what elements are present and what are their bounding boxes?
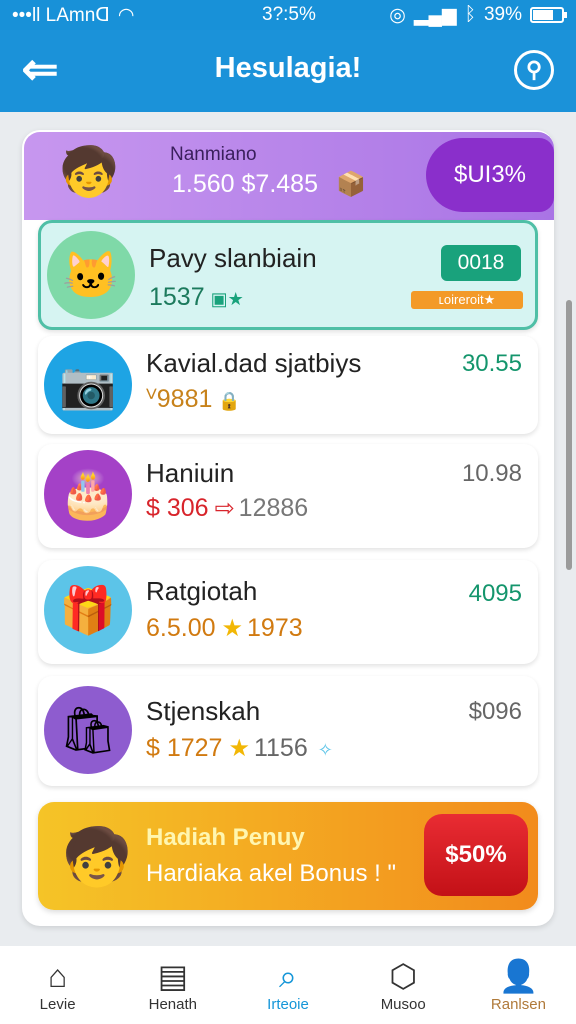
hexagon-badge-icon: ⬡ (389, 958, 418, 994)
home-icon: ⌂ (47, 958, 68, 994)
star-icon: ★ (221, 615, 244, 642)
bonus-title: Hadiah Penuy (146, 824, 305, 851)
summary-name: Nanmiano (170, 144, 257, 165)
item-extra: 1156 (253, 734, 308, 762)
item-extra: 12886 (238, 494, 309, 522)
summary-amount: 1.560 $7.485 (172, 170, 318, 198)
bonus-subtitle: Hardiaka akel Bonus ! " (146, 860, 396, 887)
bottom-nav: ⌂ Levie ▤ Henath ⌕ Irteoie ⬡ Musoo 👤 Ran… (0, 946, 576, 1024)
bluetooth-icon: ᛒ (464, 4, 476, 25)
item-name: Ratgiotah (146, 576, 258, 606)
coin-avatar-icon: 🧒 (62, 825, 132, 888)
item-price: ⱽ9881 🔒 (146, 385, 241, 413)
item-name: Kavial.dad sjatbiys (146, 348, 362, 378)
status-time: 3?:5% (262, 4, 316, 25)
item-price: 6.5.00 ★ 1973 (146, 614, 303, 642)
profile-icon: 👤 (498, 958, 539, 994)
item-sub-badge: ʟoireroit★ (411, 291, 523, 309)
nav-item-profile[interactable]: 👤 Ranlsen (461, 946, 576, 1024)
leaf-box-icon: 🎁 (44, 566, 132, 654)
list-item[interactable]: 🎁 Ratgiotah 6.5.00 ★ 1973 4095 (38, 560, 538, 664)
sparkle-icon: ✧ (317, 740, 333, 760)
alarm-icon: ◎ (389, 4, 406, 26)
list-item[interactable]: 📷 Kavial.dad sjatbiys ⱽ9881 🔒 30.55 (38, 336, 538, 434)
battery-percent: 39% (483, 4, 522, 25)
item-extra: 1973 (247, 614, 303, 642)
nav-item-gift[interactable]: ▤ Henath (115, 946, 230, 1024)
list-item[interactable]: 🎂 Haniuin $ 306 ⇨ 12886 10.98 (38, 444, 538, 548)
cake-icon: 🎂 (44, 450, 132, 538)
nav-label: Henath (148, 996, 197, 1013)
arrow-icon: ⇨ (214, 495, 235, 522)
app-header: ⇐ Hesulagia! ⚲ (0, 30, 576, 112)
wifi-icon: ◠ (117, 4, 135, 26)
item-name: Pavy slanbiain (149, 243, 317, 273)
nav-label: Levie (39, 996, 76, 1013)
item-price: 1537 ▣★ (149, 283, 244, 311)
item-value: $096 (468, 698, 522, 725)
item-value-badge[interactable]: 0018 (441, 245, 521, 281)
nav-item-badge[interactable]: ⬡ Musoo (346, 946, 461, 1024)
item-value: 30.55 (461, 350, 522, 377)
search-icon: ⌕ (279, 958, 297, 994)
nav-item-home[interactable]: ⌂ Levie (0, 946, 115, 1024)
nav-item-search[interactable]: ⌕ Irteoie (230, 946, 345, 1024)
bonus-card[interactable]: 🧒 Hadiah Penuy Hardiaka akel Bonus ! " $… (38, 802, 538, 910)
item-value: 4095 (468, 580, 522, 607)
signal-icon: ▂▄▆ (413, 4, 457, 26)
summary-card[interactable]: 🧒 Nanmiano 1.560 $7.485 📦 $UI3% (24, 132, 554, 220)
carrier-text: •••ll LAmnᗡ (12, 4, 110, 26)
status-bar: •••ll LAmnᗡ ◠ 3?:5% ◎ ▂▄▆ ᛒ 39% (0, 0, 576, 30)
battery-icon (530, 7, 567, 23)
summary-badge[interactable]: $UI3% (426, 138, 554, 212)
scrollbar[interactable] (566, 300, 572, 570)
nav-label: Ranlsen (490, 996, 546, 1013)
avatar-icon: 🧒 (59, 146, 119, 199)
gift-box-icon: 📦 (336, 171, 366, 198)
tag-icon: ▣★ (210, 289, 244, 309)
item-price: $ 306 ⇨ 12886 (146, 494, 309, 522)
list-item[interactable]: 🛍 Stjenskah $ 1727 ★ 1156 ✧ $096 (38, 676, 538, 786)
item-name: Haniuin (146, 458, 235, 488)
bonus-badge[interactable]: $50% (424, 814, 528, 896)
item-name: Stjenskah (146, 696, 261, 726)
list-item[interactable]: 🐱 Pavy slanbiain 1537 ▣★ 0018 ʟoireroit★ (38, 220, 538, 330)
camera-icon: 📷 (44, 341, 132, 429)
star-icon: ★ (228, 735, 250, 762)
page-title: Hesulagia! (214, 52, 362, 84)
lock-icon: 🔒 (218, 391, 241, 411)
item-price: $ 1727 ★ 1156 ✧ (146, 734, 333, 762)
shopping-bag-icon: 🛍 (44, 686, 132, 774)
nav-label: Musoo (380, 996, 426, 1013)
settings-icon[interactable]: ⚲ (514, 50, 554, 90)
hat-cat-icon: 🐱 (47, 231, 135, 319)
item-value: 10.98 (461, 460, 522, 487)
nav-label: Irteoie (267, 996, 309, 1013)
gift-box-icon: ▤ (157, 958, 188, 994)
